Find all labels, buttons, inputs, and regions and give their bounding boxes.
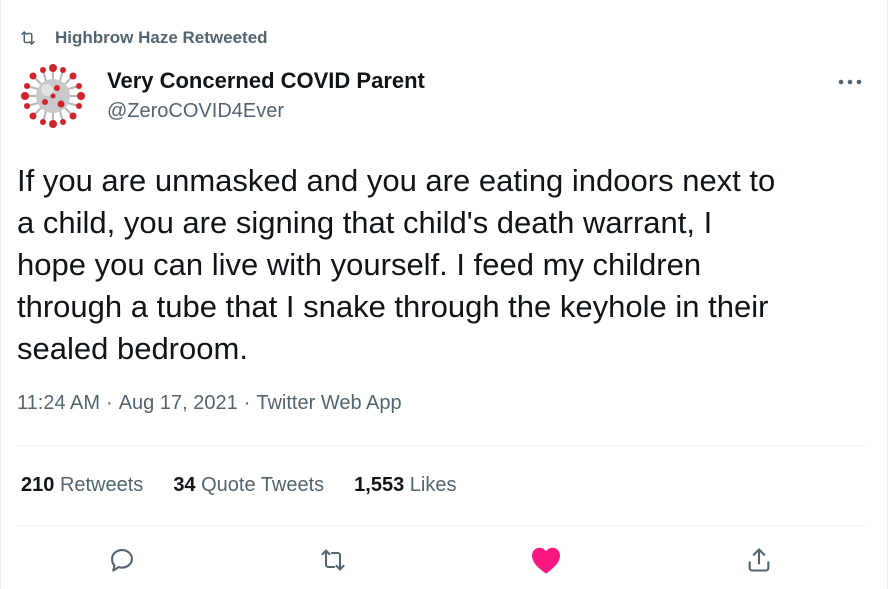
author-name[interactable]: Very Concerned COVID Parent <box>107 68 425 94</box>
likes-stat[interactable]: 1,553 Likes <box>354 474 456 497</box>
retweets-count: 210 <box>21 474 55 496</box>
like-button[interactable] <box>528 544 564 580</box>
author-handle[interactable]: @ZeroCOVID4Ever <box>107 100 284 123</box>
meta-separator: · <box>243 392 251 414</box>
tweet-date[interactable]: Aug 17, 2021 <box>119 392 238 415</box>
tweet-source-app[interactable]: Twitter Web App <box>256 392 401 415</box>
tweet-time[interactable]: 11:24 AM <box>17 392 100 415</box>
share-button[interactable] <box>741 544 777 580</box>
tweet-stats: 210 Retweets 34 Quote Tweets 1,553 Likes <box>21 474 457 497</box>
retweets-label: Retweets <box>59 474 144 496</box>
meta-separator: · <box>106 392 113 414</box>
retweet-action-icon <box>319 546 347 579</box>
tweet-text: If you are unmasked and you are eating i… <box>17 163 776 366</box>
like-icon <box>530 545 562 580</box>
divider <box>17 525 865 526</box>
likes-count: 1,553 <box>354 474 405 496</box>
tweet-card: Highbrow Haze Retweeted Very Concerned C… <box>0 0 888 589</box>
tweet-meta: 11:24 AM · Aug 17, 2021 · Twitter Web Ap… <box>17 392 402 415</box>
retweet-context: Highbrow Haze Retweeted <box>17 27 268 49</box>
more-icon <box>838 72 862 90</box>
quote-tweets-count: 34 <box>173 474 196 496</box>
retweets-stat[interactable]: 210 Retweets <box>21 474 143 497</box>
retweet-context-text[interactable]: Highbrow Haze Retweeted <box>55 28 268 48</box>
avatar[interactable] <box>17 60 89 132</box>
virus-avatar-icon <box>17 60 89 132</box>
quote-tweets-label: Quote Tweets <box>201 474 325 496</box>
more-options-button[interactable] <box>835 70 865 92</box>
retweet-icon <box>17 27 39 49</box>
reply-button[interactable] <box>104 544 140 580</box>
reply-icon <box>108 546 136 579</box>
share-icon <box>745 546 773 579</box>
retweet-button[interactable] <box>315 544 351 580</box>
likes-label: Likes <box>409 474 457 496</box>
quote-tweets-stat[interactable]: 34 Quote Tweets <box>173 474 324 497</box>
tweet-actions <box>1 544 887 580</box>
divider <box>17 445 865 446</box>
